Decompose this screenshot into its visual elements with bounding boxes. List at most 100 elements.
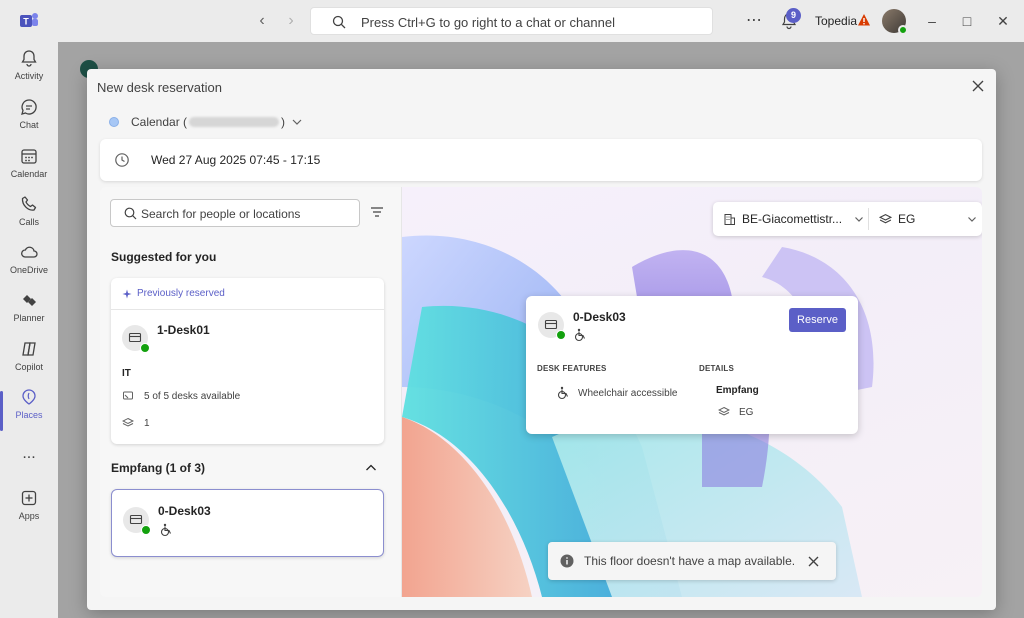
no-map-toast: This floor doesn't have a map available. — [548, 542, 836, 580]
forward-arrow-icon[interactable]: › — [281, 11, 301, 31]
desk-floor: 1 — [144, 418, 150, 429]
search-panel: Suggested for you Previously reserved 1-… — [100, 187, 402, 597]
clock-icon — [115, 153, 129, 167]
rail-item-chat[interactable]: Chat — [0, 97, 58, 145]
copilot-icon — [22, 342, 36, 356]
desk-features-caption: DESK FEATURES — [537, 364, 607, 373]
building-value: BE-Giacomettistr... — [742, 212, 843, 226]
rail-item-activity[interactable]: Activity — [0, 48, 58, 96]
planner-icon — [23, 295, 36, 306]
date-time-value: Wed 27 Aug 2025 07:45 - 17:15 — [151, 153, 321, 167]
group-desk-card[interactable]: 0-Desk03 — [111, 489, 384, 557]
title-bar: T ‹ › Press Ctrl+G to go right to a chat… — [0, 0, 1024, 42]
floor-layers-icon — [879, 213, 892, 223]
rail-item-copilot[interactable]: Copilot — [0, 339, 58, 387]
desk-details-popup: 0-Desk03 Reserve DESK FEATURES Wheelchai… — [526, 296, 858, 434]
picker-divider — [868, 208, 869, 230]
rail-item-apps[interactable]: Apps — [0, 488, 58, 536]
building-icon — [724, 213, 735, 225]
details-floor: EG — [739, 407, 754, 418]
rail-label: Planner — [13, 313, 45, 323]
global-search-input[interactable]: Press Ctrl+G to go right to a chat or ch… — [310, 7, 713, 35]
suggested-desk-card[interactable]: Previously reserved 1-Desk01 IT 5 of 5 d… — [111, 278, 384, 444]
chevron-down-icon — [968, 217, 977, 222]
desk-name: 1-Desk01 — [157, 323, 210, 337]
bell-icon — [21, 50, 37, 67]
previously-reserved-tag: Previously reserved — [137, 288, 225, 299]
rail-item-onedrive[interactable]: OneDrive — [0, 242, 58, 290]
notifications-badge: 9 — [786, 8, 801, 23]
chevron-down-icon — [855, 217, 863, 222]
search-icon — [124, 207, 137, 220]
calendar-label-suffix: ) — [281, 115, 286, 129]
rail-label: Activity — [14, 71, 44, 81]
org-name[interactable]: Topedia — [815, 14, 857, 28]
rail-label: Chat — [19, 120, 39, 130]
floor-layers-icon — [718, 406, 730, 416]
toast-close-icon[interactable] — [807, 555, 820, 568]
rail-item-places[interactable]: Places — [0, 387, 58, 435]
available-check-icon — [556, 330, 566, 340]
floor-dropdown[interactable]: EG — [879, 202, 977, 236]
calendar-label: Calendar ( — [131, 115, 188, 129]
desk-icon — [128, 332, 142, 343]
filter-icon[interactable] — [370, 205, 384, 219]
desk-icon — [544, 319, 558, 330]
sparkle-icon — [122, 289, 132, 299]
rail-label: Places — [15, 410, 43, 420]
calendar-account-redacted — [189, 117, 280, 127]
wheelchair-icon — [160, 523, 171, 537]
window-close-icon[interactable]: ✕ — [994, 12, 1012, 30]
close-icon[interactable] — [970, 78, 986, 94]
phone-icon — [21, 196, 37, 211]
rail-item-calendar[interactable]: Calendar — [0, 146, 58, 194]
details-caption: DETAILS — [699, 364, 735, 373]
search-icon — [332, 15, 346, 29]
global-search-placeholder: Press Ctrl+G to go right to a chat or ch… — [361, 15, 615, 30]
chevron-down-icon — [292, 119, 302, 125]
warning-icon — [858, 14, 870, 26]
desk-group: IT — [122, 368, 131, 379]
svg-text:T: T — [23, 17, 29, 27]
calendar-icon — [21, 149, 37, 164]
rail-item-planner[interactable]: Planner — [0, 290, 58, 338]
desks-available: 5 of 5 desks available — [144, 391, 241, 402]
reserve-button[interactable]: Reserve — [789, 308, 846, 332]
toast-message: This floor doesn't have a map available. — [584, 554, 796, 568]
desk-name: 0-Desk03 — [158, 504, 211, 518]
suggested-heading: Suggested for you — [111, 250, 217, 264]
desk-avatar — [122, 325, 150, 353]
available-check-icon — [140, 343, 150, 353]
chat-icon — [21, 99, 37, 115]
minimize-icon[interactable]: – — [923, 12, 941, 30]
info-icon — [560, 554, 574, 568]
people-location-search[interactable] — [110, 199, 360, 227]
feature-wheelchair: Wheelchair accessible — [578, 388, 678, 399]
group-heading: Empfang (1 of 3) — [111, 461, 206, 475]
more-options-icon[interactable]: ⋯ — [746, 10, 763, 30]
available-check-icon — [141, 525, 151, 535]
building-dropdown[interactable]: BE-Giacomettistr... — [723, 202, 864, 236]
location-picker: BE-Giacomettistr... EG — [713, 202, 982, 236]
date-time-field[interactable]: Wed 27 Aug 2025 07:45 - 17:15 — [100, 139, 982, 181]
rail-label: Calls — [18, 217, 39, 227]
people-location-search-input[interactable] — [141, 205, 351, 223]
chevron-up-icon[interactable] — [364, 461, 378, 475]
places-icon — [22, 389, 36, 405]
presence-available-icon — [898, 25, 908, 35]
calendar-color-icon — [109, 117, 119, 127]
rail-item-calls[interactable]: Calls — [0, 194, 58, 242]
calendar-selector[interactable]: Calendar ( ) — [109, 113, 303, 131]
floor-layers-icon — [122, 417, 134, 427]
user-avatar[interactable] — [882, 9, 908, 35]
apps-icon — [21, 490, 37, 506]
back-arrow-icon[interactable]: ‹ — [252, 11, 272, 31]
wheelchair-icon — [557, 386, 568, 400]
floor-value: EG — [898, 212, 916, 226]
rail-label: Copilot — [14, 362, 43, 372]
rail-more-apps[interactable]: ... — [0, 446, 58, 467]
maximize-icon[interactable]: □ — [958, 12, 976, 30]
rail-label: Calendar — [10, 169, 48, 179]
desk-icon — [129, 514, 143, 525]
details-area: Empfang — [716, 385, 759, 396]
